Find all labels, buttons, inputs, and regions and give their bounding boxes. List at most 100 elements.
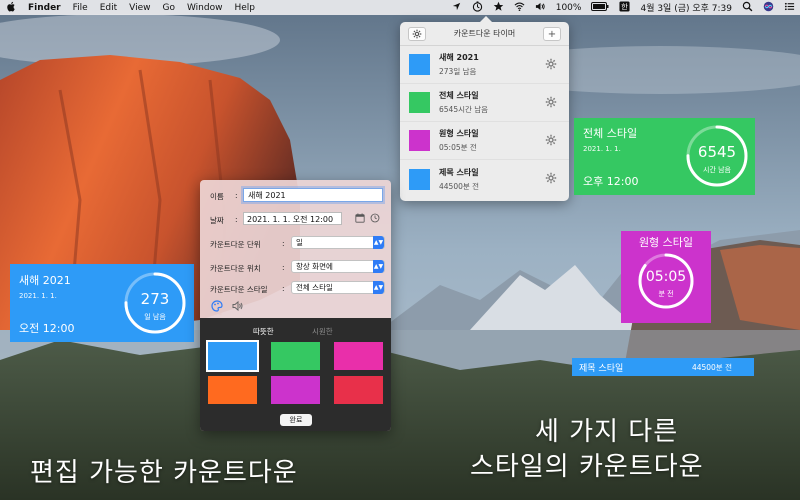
add-countdown-button[interactable]: + (543, 27, 561, 41)
caption-three-styles-line2: 스타일의 카운트다운 (470, 452, 704, 482)
name-input[interactable]: 새해 2021 (243, 188, 383, 202)
countdown-remaining: 44500분 전 (439, 181, 480, 191)
widget-number: 6545 (697, 143, 737, 161)
color-swatch (409, 168, 430, 190)
countdown-list-item[interactable]: 원형 스타일 05:05분 전 (400, 122, 569, 160)
color-swatch-blue[interactable] (206, 340, 259, 372)
caption-three-styles-line1: 세 가지 다른 (535, 417, 679, 447)
chevron-up-down-icon: ▲▼ (373, 281, 384, 294)
battery-icon[interactable] (586, 1, 614, 14)
calendar-icon[interactable] (355, 213, 365, 223)
star-icon[interactable] (488, 1, 509, 15)
color-swatch (409, 92, 430, 113)
color-swatch-red[interactable] (334, 376, 383, 404)
tab-cool[interactable]: 시원한 (312, 326, 333, 337)
gear-icon[interactable] (545, 172, 557, 184)
colon: : (282, 239, 285, 248)
gear-icon[interactable] (545, 96, 557, 108)
menu-go[interactable]: Go (156, 3, 180, 13)
menubar-clock[interactable]: 4월 3일 (금) 오후 7:39 (635, 1, 737, 14)
sound-icon[interactable] (232, 300, 244, 312)
widget-name: 전체 스타일 (583, 127, 638, 140)
search-icon[interactable] (737, 1, 758, 15)
widget-date: 2021. 1. 1. (19, 292, 57, 300)
countdown-editor-panel: 이름 : 새해 2021 날짜 : 2021. 1. 1. 오전 12:00 카… (200, 180, 391, 431)
location-arrow-icon[interactable] (446, 1, 467, 15)
wifi-icon[interactable] (509, 1, 530, 15)
widget-number: 273 (140, 290, 170, 308)
widget-time: 오전 12:00 (19, 322, 75, 335)
countdown-list-item[interactable]: 전체 스타일 6545시간 남음 (400, 84, 569, 122)
caption-editable: 편집 가능한 카운트다운 (30, 458, 298, 488)
countdown-name: 원형 스타일 (439, 129, 479, 138)
menu-view[interactable]: View (123, 3, 156, 13)
widget-value: 44500분 전 (691, 363, 732, 372)
colon: : (282, 263, 285, 272)
battery-percentage: 100% (555, 2, 582, 13)
popover-header: 카운트다운 타이머 + (400, 22, 569, 46)
menu-help[interactable]: Help (228, 3, 261, 13)
menu-edit[interactable]: Edit (94, 3, 123, 13)
siri-icon[interactable] (758, 1, 779, 15)
color-swatch-purple[interactable] (271, 376, 320, 404)
countdown-widget-title-style[interactable]: 제목 스타일 44500분 전 (572, 358, 754, 376)
countdown-name: 새해 2021 (439, 53, 479, 62)
menu-file[interactable]: File (67, 3, 94, 13)
name-label: 이름 (210, 192, 224, 201)
countdown-remaining: 273일 남음 (439, 67, 477, 76)
colon: : (235, 191, 238, 200)
color-swatch-green[interactable] (271, 342, 320, 370)
color-swatch (409, 54, 430, 75)
color-palette: 따뜻한 시원한 완료 (200, 318, 391, 431)
color-palette-icon[interactable] (211, 300, 223, 312)
menu-bar: Finder File Edit View Go Window Help 100… (0, 0, 800, 15)
unit-select-value: 일 (296, 238, 303, 247)
gear-icon (412, 29, 422, 39)
popover-title: 카운트다운 타이머 (453, 29, 516, 38)
countdown-widget-new-year[interactable]: 새해 2021 2021. 1. 1. 오전 12:00 273 일 남음 (10, 264, 194, 342)
gear-icon[interactable] (545, 134, 557, 146)
widget-time: 오후 12:00 (583, 175, 639, 188)
widget-unit: 시간 남음 (703, 166, 731, 174)
clock-icon[interactable] (370, 213, 380, 223)
position-label: 카운트다운 위치 (210, 264, 261, 273)
countdown-name: 제목 스타일 (439, 167, 479, 177)
widget-name: 새해 2021 (19, 274, 71, 287)
apple-menu-icon[interactable] (0, 1, 22, 15)
countdown-list-item[interactable]: 제목 스타일 44500분 전 (400, 160, 569, 198)
unit-select[interactable]: 일 ▲▼ (291, 236, 385, 249)
colon: : (282, 284, 285, 293)
menu-finder[interactable]: Finder (22, 3, 67, 13)
countdown-widget-full-style[interactable]: 전체 스타일 2021. 1. 1. 오후 12:00 6545 시간 남음 (574, 118, 755, 195)
done-button[interactable]: 완료 (280, 414, 312, 426)
input-method-icon[interactable]: 한 (614, 0, 635, 15)
countdown-list-item[interactable]: 새해 2021 273일 남음 (400, 46, 569, 84)
menu-window[interactable]: Window (181, 3, 229, 13)
unit-label: 카운트다운 단위 (210, 240, 261, 249)
countdown-remaining: 05:05분 전 (439, 143, 477, 152)
position-select[interactable]: 항상 화면에 ▲▼ (291, 260, 385, 273)
color-swatch-orange[interactable] (208, 376, 257, 404)
volume-icon[interactable] (530, 1, 551, 15)
chevron-up-down-icon: ▲▼ (373, 260, 384, 273)
countdown-widget-circle-style[interactable]: 원형 스타일 05:05 분 전 (621, 231, 711, 323)
gear-icon[interactable] (545, 58, 557, 70)
style-select-value: 전체 스타일 (296, 283, 333, 292)
date-label: 날짜 (210, 216, 224, 225)
tab-warm[interactable]: 따뜻한 (253, 326, 274, 337)
chevron-up-down-icon: ▲▼ (373, 236, 384, 249)
style-select[interactable]: 전체 스타일 ▲▼ (291, 281, 385, 294)
widget-name: 원형 스타일 (638, 236, 694, 249)
color-swatch-pink[interactable] (334, 342, 383, 370)
widget-name: 제목 스타일 (579, 364, 624, 374)
widget-unit: 분 전 (658, 290, 674, 298)
notification-center-icon[interactable] (779, 1, 800, 15)
settings-button[interactable] (408, 27, 426, 41)
widget-unit: 일 남음 (144, 313, 166, 321)
position-select-value: 항상 화면에 (296, 262, 333, 271)
countdown-timer-menu-icon[interactable] (467, 0, 488, 15)
countdown-name: 전체 스타일 (439, 91, 479, 100)
date-picker-field[interactable]: 2021. 1. 1. 오전 12:00 (243, 212, 342, 225)
countdown-list-popover: 카운트다운 타이머 + 새해 2021 273일 남음 전체 스타일 6545시… (400, 16, 569, 201)
colon: : (235, 215, 238, 224)
